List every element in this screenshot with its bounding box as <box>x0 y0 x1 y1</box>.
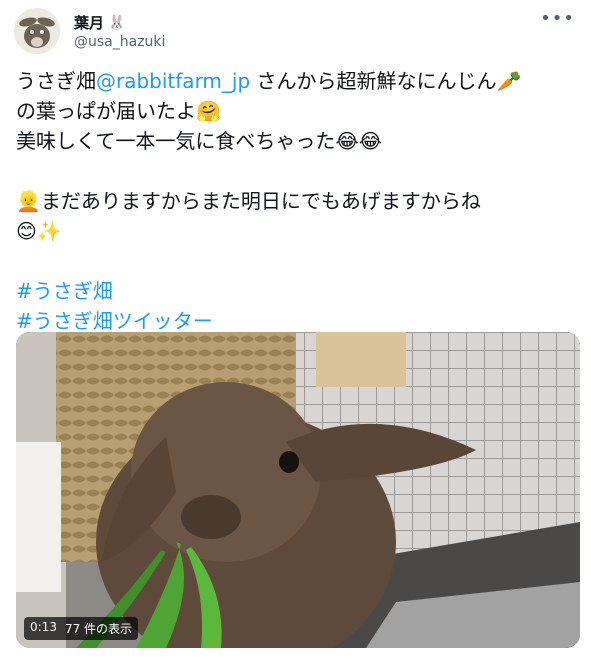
video-frame <box>16 332 580 648</box>
tweet-text-segment: うさぎ畑 <box>16 69 96 93</box>
user-handle[interactable]: @usa_hazuki <box>74 34 165 50</box>
hashtag-link[interactable]: #うさぎ畑 <box>16 276 576 306</box>
tweet-line-2: の葉っぱが届いたよ🤗 <box>16 99 221 123</box>
tweet-line-1: うさぎ畑@rabbitfarm_jp さんから超新鮮なにんじん🥕 <box>16 66 576 96</box>
tweet-text-segment: さんから超新鮮なにんじん🥕 <box>250 69 522 93</box>
video-stats-badge: 0:13 77 件の表示 <box>24 617 139 640</box>
more-options-icon[interactable]: ••• <box>540 8 575 29</box>
mention-link[interactable]: @rabbitfarm_jp <box>96 69 250 93</box>
tweet-text: うさぎ畑@rabbitfarm_jp さんから超新鮮なにんじん🥕 の葉っぱが届い… <box>16 66 576 336</box>
tweet-header: 葉月 🐰 @usa_hazuki ••• <box>14 8 579 54</box>
name-row: 葉月 🐰 <box>74 12 125 33</box>
tweet-line-6: 😊✨ <box>16 219 62 243</box>
display-name[interactable]: 葉月 <box>74 12 104 33</box>
video-duration: 0:13 <box>30 620 57 634</box>
view-count: 77 件の表示 <box>64 622 133 636</box>
video-player[interactable]: 0:13 77 件の表示 <box>16 332 580 648</box>
tweet-line-3: 美味しくて一本一気に食べちゃった😂😂 <box>16 129 383 153</box>
tweet-line-5: 👱まだありますからまた明日にでもあげますからね <box>16 189 481 213</box>
rabbit-emoji-icon: 🐰 <box>108 14 126 31</box>
avatar[interactable] <box>14 8 60 54</box>
